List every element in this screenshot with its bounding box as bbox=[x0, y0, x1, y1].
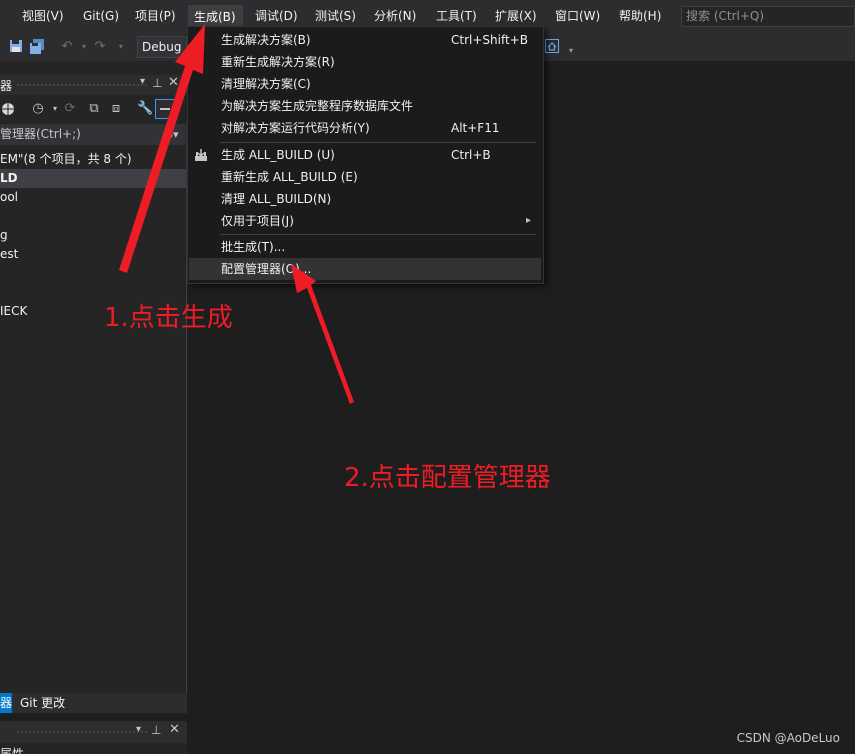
menu-build-all-build[interactable]: 生成 ALL_BUILD (U) Ctrl+B bbox=[189, 144, 541, 166]
menu-project-only[interactable]: 仅用于项目(J) ▸ bbox=[189, 210, 541, 232]
chevron-down-icon[interactable]: ▾ bbox=[76, 39, 92, 55]
menu-window[interactable]: 窗口(W) bbox=[550, 5, 605, 27]
menu-item-label: 重新生成解决方案(R) bbox=[221, 55, 335, 69]
menu-item-label: 重新生成 ALL_BUILD (E) bbox=[221, 170, 358, 184]
submenu-arrow-icon: ▸ bbox=[525, 215, 531, 226]
watermark: CSDN @AoDeLuo bbox=[736, 731, 840, 745]
menu-configuration-manager[interactable]: 配置管理器(O)... bbox=[189, 258, 541, 280]
menu-build-solution[interactable]: 生成解决方案(B) Ctrl+Shift+B bbox=[189, 29, 541, 51]
collapse-all-icon[interactable]: ⧉ bbox=[86, 101, 102, 117]
bottom-tab-strip: 器 Git 更改 bbox=[0, 693, 187, 713]
home-icon[interactable] bbox=[544, 39, 560, 55]
preview-toggle[interactable] bbox=[155, 99, 175, 119]
menu-rebuild-solution[interactable]: 重新生成解决方案(R) bbox=[189, 51, 541, 73]
close-icon[interactable]: ✕ bbox=[169, 722, 180, 737]
panel-title: 器 bbox=[0, 79, 13, 93]
save-all-icon[interactable] bbox=[29, 39, 45, 55]
properties-panel: ▾ ⊥ ✕ 属性 bbox=[0, 721, 187, 754]
chevron-down-icon[interactable]: ▾ bbox=[47, 101, 63, 117]
menu-extensions[interactable]: 扩展(X) bbox=[490, 5, 542, 27]
pin-icon[interactable]: ⊥ bbox=[151, 723, 161, 737]
menu-build[interactable]: 生成(B) bbox=[188, 5, 243, 27]
menu-item-label: 配置管理器(O)... bbox=[221, 262, 312, 276]
drag-handle[interactable] bbox=[16, 83, 149, 87]
menu-analyze[interactable]: 分析(N) bbox=[369, 5, 421, 27]
explorer-toolbar: ◷ ▾ ⟳ ⧉ ⧈ 🔧 bbox=[0, 95, 187, 123]
menu-tools[interactable]: 工具(T) bbox=[431, 5, 482, 27]
menu-git[interactable]: Git(G) bbox=[78, 5, 124, 27]
save-icon[interactable] bbox=[8, 39, 24, 55]
properties-wrench-icon[interactable]: 🔧 bbox=[137, 101, 153, 117]
pin-icon[interactable]: ⊥ bbox=[152, 76, 162, 90]
menu-item-label: 生成 ALL_BUILD (U) bbox=[221, 148, 335, 162]
tree-item[interactable]: g bbox=[0, 226, 187, 245]
dash-icon bbox=[160, 108, 170, 110]
menu-item-shortcut: Ctrl+B bbox=[451, 148, 491, 162]
menu-clean-solution[interactable]: 清理解决方案(C) bbox=[189, 73, 541, 95]
menu-batch-build[interactable]: 批生成(T)... bbox=[189, 236, 541, 258]
menu-debug[interactable]: 调试(D) bbox=[250, 5, 303, 27]
tree-item[interactable]: ool bbox=[0, 188, 187, 207]
solution-explorer-panel: 器 ▾ ⊥ ✕ ◷ ▾ ⟳ ⧉ ⧈ 🔧 管理器(Ctrl+;) ρ▾ EM"(8… bbox=[0, 61, 187, 693]
tab-git-changes[interactable]: Git 更改 bbox=[18, 693, 67, 713]
menu-item-label: 清理解决方案(C) bbox=[221, 77, 311, 91]
history-icon[interactable]: ◷ bbox=[30, 101, 46, 117]
menu-generate-pdb[interactable]: 为解决方案生成完整程序数据库文件 bbox=[189, 95, 541, 117]
menu-help[interactable]: 帮助(H) bbox=[614, 5, 666, 27]
annotation-step1: 1.点击生成 bbox=[104, 303, 233, 333]
menu-project[interactable]: 项目(P) bbox=[130, 5, 181, 27]
tree-item-all-build[interactable]: LD bbox=[0, 169, 187, 188]
menu-item-shortcut: Ctrl+Shift+B bbox=[451, 33, 528, 47]
build-dropdown-menu: 生成解决方案(B) Ctrl+Shift+B 重新生成解决方案(R) 清理解决方… bbox=[187, 26, 544, 284]
chevron-down-icon[interactable]: ▾ bbox=[140, 76, 145, 87]
menu-clean-all-build[interactable]: 清理 ALL_BUILD(N) bbox=[189, 188, 541, 210]
menu-item-label: 生成解决方案(B) bbox=[221, 33, 311, 47]
search-input[interactable]: 搜索 (Ctrl+Q) bbox=[681, 6, 855, 27]
menu-item-label: 对解决方案运行代码分析(Y) bbox=[221, 121, 370, 135]
menu-item-label: 仅用于项目(J) bbox=[221, 214, 294, 228]
panel-header: ▾ ⊥ ✕ bbox=[0, 721, 187, 743]
tree-solution-root[interactable]: EM"(8 个项目，共 8 个) bbox=[0, 150, 187, 169]
redo-icon[interactable]: ↷ bbox=[92, 39, 108, 55]
panel-title: 属性 bbox=[0, 747, 25, 754]
globe-icon[interactable] bbox=[0, 102, 16, 118]
show-all-files-icon[interactable]: ⧈ bbox=[108, 101, 124, 117]
explorer-search-input[interactable]: 管理器(Ctrl+;) bbox=[0, 124, 187, 145]
panel-header: 器 ▾ ⊥ ✕ bbox=[0, 75, 187, 95]
menu-item-shortcut: Alt+F11 bbox=[451, 121, 500, 135]
menu-rebuild-all-build[interactable]: 重新生成 ALL_BUILD (E) bbox=[189, 166, 541, 188]
tab-solution-explorer[interactable]: 器 bbox=[0, 693, 12, 713]
menu-separator bbox=[220, 234, 536, 235]
drag-handle[interactable] bbox=[16, 730, 149, 734]
menu-run-code-analysis[interactable]: 对解决方案运行代码分析(Y) Alt+F11 bbox=[189, 117, 541, 139]
chevron-down-icon[interactable]: ▾ bbox=[113, 39, 129, 55]
chevron-down-icon[interactable]: ▾ bbox=[136, 724, 141, 735]
close-icon[interactable]: ✕ bbox=[168, 75, 179, 90]
menu-item-label: 批生成(T)... bbox=[221, 240, 286, 254]
sync-icon[interactable]: ⟳ bbox=[62, 101, 78, 117]
menu-test[interactable]: 测试(S) bbox=[310, 5, 361, 27]
menu-view[interactable]: 视图(V) bbox=[17, 5, 69, 27]
configuration-select[interactable]: Debug bbox=[137, 36, 187, 58]
search-options-icon[interactable]: ρ▾ bbox=[166, 128, 179, 141]
undo-icon[interactable]: ↶ bbox=[59, 39, 75, 55]
menu-item-label: 为解决方案生成完整程序数据库文件 bbox=[221, 99, 414, 113]
arrow-to-config-manager bbox=[291, 264, 354, 404]
annotation-step2: 2.点击配置管理器 bbox=[344, 463, 551, 493]
chevron-down-icon[interactable]: ▾ bbox=[563, 43, 579, 59]
tree-item[interactable]: est bbox=[0, 245, 187, 264]
menu-item-label: 清理 ALL_BUILD(N) bbox=[221, 192, 332, 206]
menu-separator bbox=[220, 142, 536, 143]
